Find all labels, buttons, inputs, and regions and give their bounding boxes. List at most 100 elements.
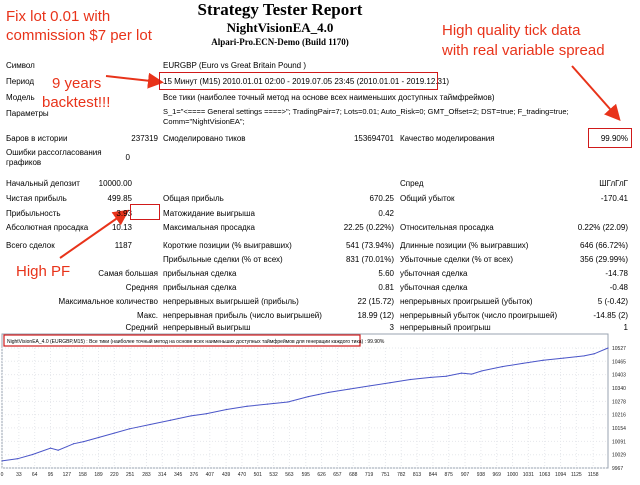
absdd-value: 10.13: [111, 223, 132, 232]
chart-x-tick-label: 220: [110, 472, 119, 478]
chart-x-tick-label: 376: [190, 472, 199, 478]
ticks-label: Смоделировано тиков: [163, 134, 246, 143]
chart-x-tick-label: 595: [302, 472, 311, 478]
balance-point: [149, 423, 151, 426]
chart-x-tick-label: 33: [16, 472, 22, 478]
maxcount-loss-label: непрерывных проигрышей (убыток): [400, 297, 533, 306]
chart-x-tick-label: 189: [94, 472, 103, 478]
balance-point: [542, 359, 544, 361]
largest-prof-label: прибыльная сделка: [163, 269, 237, 278]
balance-point: [287, 401, 289, 403]
chart-x-tick-label: 95: [48, 472, 54, 478]
maxi-prof-value: 18.99 (12): [357, 311, 394, 320]
quality-label: Качество моделирования: [400, 134, 495, 143]
params-line2: Comm="NightVisionEA";: [163, 117, 245, 126]
balance-point: [368, 385, 371, 387]
chart-x-tick-label: 938: [477, 472, 486, 478]
maxdd-value: 22.25 (0.22%): [343, 223, 394, 232]
reldd-value: 0.22% (22.09): [577, 223, 628, 232]
balance-point: [317, 393, 320, 396]
chart-x-tick-label: 1000: [507, 472, 518, 478]
chart-x-tick-label: 501: [254, 472, 263, 478]
chart-x-tick-label: 782: [397, 472, 406, 478]
pf-label: Прибыльность: [6, 209, 61, 218]
quality-highlight-box: [588, 128, 632, 148]
balance-point: [83, 441, 85, 443]
errors-label-2: графиков: [6, 158, 42, 167]
chart-x-tick-label: 1094: [555, 472, 566, 478]
balance-point: [430, 376, 432, 378]
balance-point: [522, 362, 524, 365]
netprofit-value: 499.85: [107, 194, 132, 203]
balance-point: [57, 449, 59, 451]
balance-point: [72, 443, 75, 445]
largest-loss-label: убыточная сделка: [400, 269, 468, 278]
symbol-label: Символ: [6, 61, 35, 70]
chart-y-tick-label: 10278: [612, 399, 626, 405]
balance-point: [409, 378, 412, 381]
grossprofit-value: 670.25: [369, 194, 394, 203]
balance-point: [389, 382, 391, 384]
maxi-loss-label: непрерывный убыток (число проигрышей): [400, 311, 558, 320]
balance-point: [593, 353, 595, 355]
balance-point: [246, 405, 248, 407]
model-label: Модель: [6, 93, 35, 102]
balance-point: [16, 458, 18, 460]
bars-value: 237319: [131, 134, 158, 143]
balance-point: [348, 388, 350, 390]
chart-x-tick-label: 251: [126, 472, 135, 478]
deposit-value: 10000.00: [98, 179, 132, 188]
bars-label: Баров в истории: [6, 134, 68, 143]
arrow-years: [105, 72, 164, 89]
short-label: Короткие позиции (% выигравших): [163, 241, 292, 250]
ticks-value: 153694701: [353, 134, 394, 143]
balance-point: [1, 460, 3, 462]
largest-loss-value: -14.78: [605, 269, 628, 278]
grossloss-label: Общий убыток: [400, 194, 455, 203]
chart-y-tick-label: 10029: [612, 453, 626, 459]
chart-x-tick-label: 875: [445, 472, 454, 478]
chart-x-tick-label: 657: [333, 472, 342, 478]
maxcount-wins-value: 22 (15.72): [357, 297, 394, 306]
maxcount-loss-value: 5 (-0.42): [597, 297, 628, 306]
payoff-value: 0.42: [378, 209, 394, 218]
absdd-label: Абсолютная просадка: [6, 223, 89, 232]
payoff-label: Матожидание выигрыша: [163, 209, 255, 218]
period-highlight-box: [159, 72, 438, 90]
chart-x-tick-label: 751: [381, 472, 390, 478]
chart-x-tick-label: 314: [158, 472, 167, 478]
maxdd-label: Максимальная просадка: [163, 223, 255, 232]
balance-point: [169, 419, 172, 421]
losstrades-label: Убыточные сделки (% от всех): [400, 255, 514, 264]
balance-point: [607, 347, 609, 349]
chart-x-tick-label: 1063: [539, 472, 550, 478]
balance-point: [98, 436, 100, 438]
symbol-value: EURGBP (Euro vs Great Britain Pound ): [163, 61, 307, 70]
chart-x-tick-label: 158: [78, 472, 87, 478]
chart-y-tick-label: 10154: [612, 426, 626, 432]
largest-label: Самая большая: [98, 269, 158, 278]
chart-x-tick-label: 688: [349, 472, 358, 478]
arrow-quality: [571, 65, 621, 121]
grossloss-value: -170.41: [600, 194, 628, 203]
average-label: Средняя: [125, 283, 158, 292]
balance-point: [471, 373, 473, 375]
period-label: Период: [6, 77, 35, 86]
largest-prof-value: 5.60: [378, 269, 394, 278]
chart-y-tick-label: 10216: [612, 413, 626, 419]
chart-y-ticks: 10527 10465 10403 10340 10278 10216 10154 10091…: [612, 346, 626, 472]
chart-x-tick-label: 563: [285, 472, 294, 478]
balance-point: [226, 408, 228, 411]
chart-x-tick-label: 626: [317, 472, 326, 478]
balance-point: [481, 370, 483, 372]
spread-value: ШГлГлГ: [599, 179, 628, 188]
balance-chart-svg: 10527 10465 10403 10340 10278 10216 10154 10091…: [1, 333, 626, 478]
model-value: Все тики (наиболее точный метод на основ…: [163, 93, 495, 102]
chart-x-tick-label: 1031: [523, 472, 534, 478]
spread-label: Спред: [400, 179, 424, 188]
maxi-prof-label: непрерывная прибыль (число выигрышей): [163, 311, 322, 320]
balance-point: [583, 355, 585, 357]
long-label: Длинные позиции (% выигравших): [400, 241, 529, 250]
chart-y-tick-label: 10340: [612, 386, 626, 392]
chart-y-tick-label: 10465: [612, 359, 626, 365]
